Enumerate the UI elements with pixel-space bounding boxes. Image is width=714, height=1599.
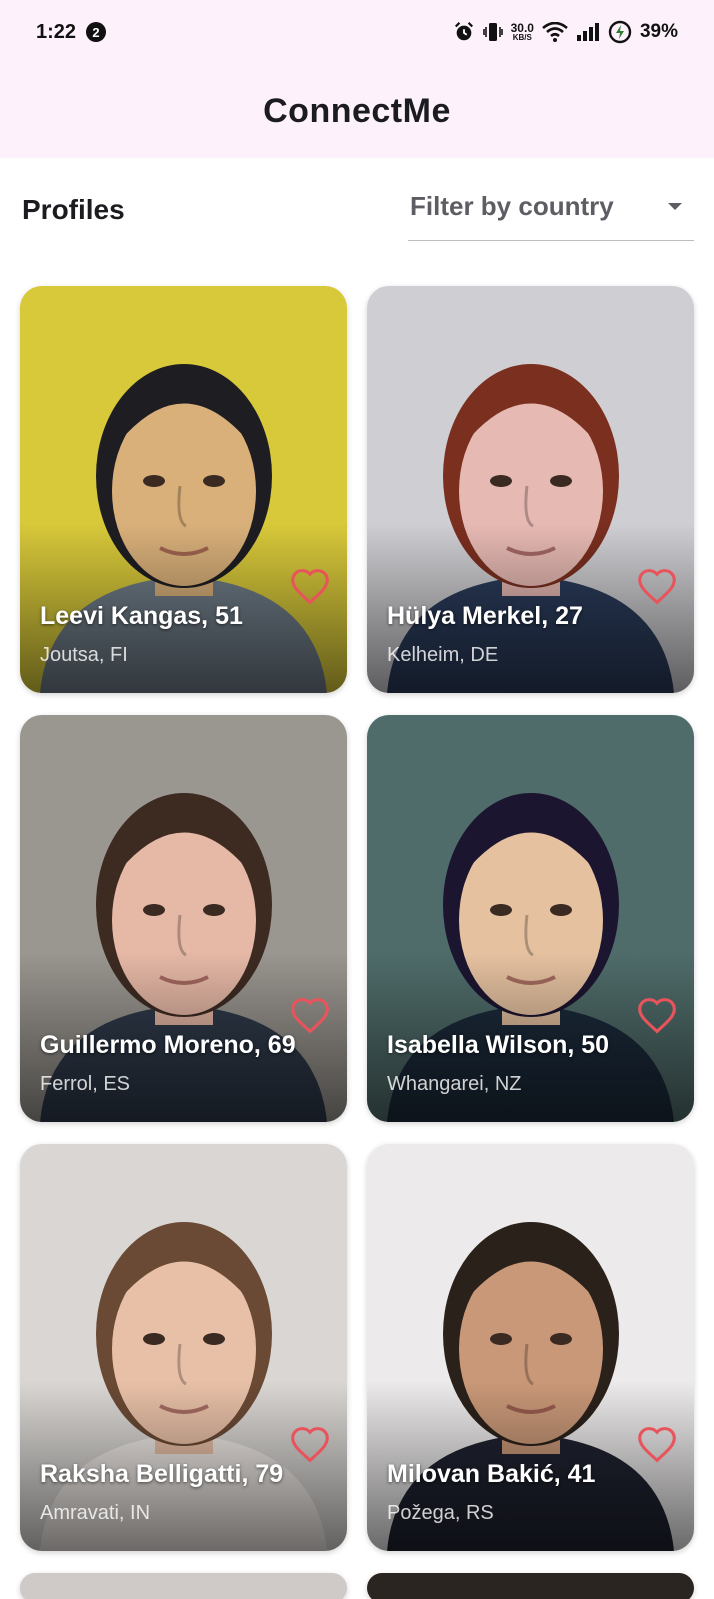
profile-card-partial[interactable] xyxy=(367,1573,694,1599)
heart-icon[interactable] xyxy=(636,996,678,1034)
wifi-icon xyxy=(542,22,568,42)
profile-card[interactable]: Hülya Merkel, 27 Kelheim, DE xyxy=(367,286,694,693)
profile-location: Joutsa, FI xyxy=(40,644,128,666)
battery-percent: 39% xyxy=(639,21,678,42)
heart-icon[interactable] xyxy=(289,567,331,605)
status-bar: 1:22 2 30.0 KB/S 39% xyxy=(0,0,714,64)
network-speed-unit: KB/S xyxy=(512,33,532,42)
profile-card-partial[interactable] xyxy=(20,1573,347,1599)
profile-location: Whangarei, NZ xyxy=(387,1073,522,1095)
heart-icon[interactable] xyxy=(636,1425,678,1463)
signal-icon xyxy=(576,22,600,42)
profile-grid: Leevi Kangas, 51 Joutsa, FI Hülya Merkel, … xyxy=(20,286,694,1599)
profile-name: Isabella Wilson, 50 xyxy=(387,1031,610,1059)
alarm-icon xyxy=(453,21,475,43)
profile-card[interactable]: Guillermo Moreno, 69 Ferrol, ES xyxy=(20,715,347,1122)
app-title: ConnectMe xyxy=(263,91,451,130)
country-filter-dropdown[interactable]: Filter by country xyxy=(408,179,694,241)
app-bar: ConnectMe xyxy=(0,64,714,158)
profile-name: Raksha Belligatti, 79 xyxy=(40,1460,284,1488)
dropdown-arrow-icon xyxy=(668,203,682,210)
status-time: 1:22 xyxy=(36,20,77,43)
country-filter-label: Filter by country xyxy=(410,191,614,221)
profile-name: Milovan Bakić, 41 xyxy=(387,1460,596,1488)
profile-location: Požega, RS xyxy=(387,1502,494,1524)
profile-name: Leevi Kangas, 51 xyxy=(40,602,243,630)
profile-card[interactable]: Milovan Bakić, 41 Požega, RS xyxy=(367,1144,694,1551)
profile-name: Hülya Merkel, 27 xyxy=(387,602,583,630)
profile-card[interactable]: Leevi Kangas, 51 Joutsa, FI xyxy=(20,286,347,693)
profile-location: Ferrol, ES xyxy=(40,1073,131,1095)
profile-card[interactable]: Raksha Belligatti, 79 Amravati, IN xyxy=(20,1144,347,1551)
heart-icon[interactable] xyxy=(289,1425,331,1463)
network-speed: 30.0 KB/S xyxy=(511,22,534,42)
profile-location: Amravati, IN xyxy=(40,1502,151,1524)
section-title: Profiles xyxy=(22,194,125,225)
status-right: 30.0 KB/S 39% xyxy=(453,20,678,44)
heart-icon[interactable] xyxy=(636,567,678,605)
profile-name: Guillermo Moreno, 69 xyxy=(40,1031,296,1059)
battery-charging-icon xyxy=(608,20,632,44)
profile-card[interactable]: Isabella Wilson, 50 Whangarei, NZ xyxy=(367,715,694,1122)
profile-location: Kelheim, DE xyxy=(387,644,499,666)
profiles-toolbar: Profiles Filter by country xyxy=(22,178,694,242)
heart-icon[interactable] xyxy=(289,996,331,1034)
notification-count-badge: 2 xyxy=(86,22,107,42)
status-left: 1:22 2 xyxy=(36,20,107,44)
vibrate-icon xyxy=(482,21,503,43)
